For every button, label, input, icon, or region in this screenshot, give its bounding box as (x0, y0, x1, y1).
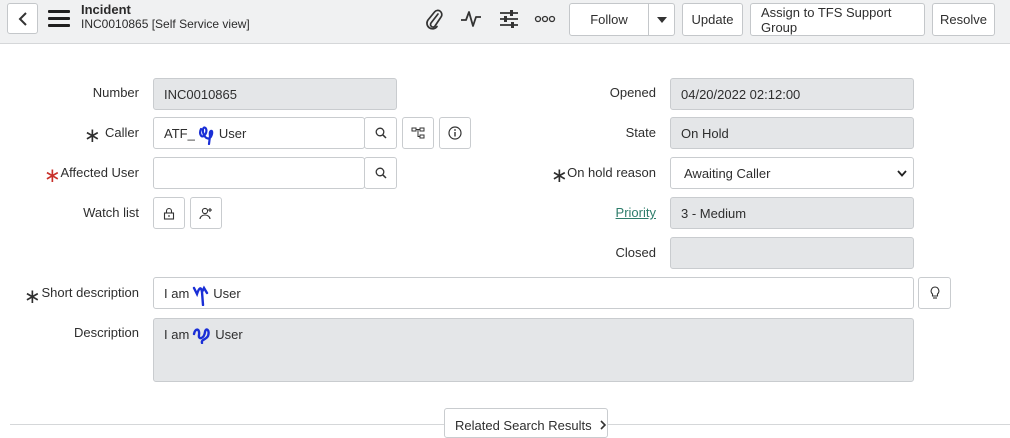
affected-user-label: Affected User (60, 165, 139, 180)
resolve-button[interactable]: Resolve (932, 3, 995, 36)
on-hold-reason-select[interactable]: Awaiting Caller (670, 157, 914, 189)
watch-list-add-me-button[interactable] (190, 197, 222, 229)
page-subtitle: INC0010865 [Self Service view] (81, 17, 250, 31)
lightbulb-icon (930, 286, 939, 299)
redaction-scribble (198, 126, 214, 145)
watch-list-unlock-button[interactable] (153, 197, 185, 229)
back-button[interactable] (7, 3, 38, 34)
update-button[interactable]: Update (682, 3, 743, 36)
affected-user-field[interactable] (153, 157, 365, 189)
lock-icon (163, 207, 175, 220)
caller-info-button[interactable] (439, 117, 471, 149)
short-description-mandatory-indicator: ∗ (24, 286, 41, 308)
search-icon (375, 127, 387, 139)
short-description-value-prefix: I am (164, 285, 190, 301)
state-label: State (625, 125, 656, 140)
description-label: Description (73, 325, 139, 340)
page-title: Incident (81, 2, 131, 17)
priority-label[interactable]: Priority (556, 205, 656, 221)
opened-field: 04/20/2022 02:12:00 (670, 78, 914, 110)
number-field: INC0010865 (153, 78, 397, 110)
description-value-prefix: I am (164, 327, 190, 342)
on-hold-reason-value: Awaiting Caller (684, 165, 771, 181)
back-icon (18, 11, 27, 26)
affected-user-lookup-button[interactable] (364, 157, 397, 189)
closed-field (670, 237, 914, 269)
watch-list-label: Watch list (83, 205, 139, 220)
menu-icon[interactable] (48, 10, 70, 28)
caller-label: Caller (105, 125, 139, 140)
form-header: Incident INC0010865 [Self Service view] … (0, 0, 1010, 44)
follow-menu-button[interactable] (648, 3, 675, 36)
chevron-down-icon (656, 16, 667, 23)
record-title: Incident INC0010865 [Self Service view] (81, 2, 250, 32)
suggestion-button[interactable] (918, 277, 951, 309)
settings-sliders-icon[interactable] (497, 8, 521, 30)
caller-lookup-button[interactable] (364, 117, 397, 149)
chevron-right-icon (600, 420, 607, 430)
affected-user-mandatory-indicator: ∗ (44, 165, 61, 187)
short-description-label: Short description (41, 285, 139, 300)
paperclip-icon[interactable] (422, 8, 446, 30)
caller-hierarchy-button[interactable] (402, 117, 434, 149)
redaction-scribble (193, 328, 211, 344)
add-user-icon (199, 207, 212, 219)
short-description-value-suffix: User (213, 285, 241, 301)
opened-label: Opened (609, 85, 656, 100)
activity-icon[interactable] (459, 8, 483, 30)
assign-support-group-button[interactable]: Assign to TFS Support Group (750, 3, 925, 36)
on-hold-reason-label: On hold reason (567, 165, 656, 180)
info-icon (448, 126, 462, 140)
hierarchy-icon (411, 127, 425, 139)
chevron-down-icon (897, 170, 907, 177)
caller-value-prefix: ATF_ (164, 125, 195, 141)
priority-field: 3 - Medium (670, 197, 914, 229)
redaction-scribble (193, 285, 209, 306)
related-search-results-button[interactable]: Related Search Results (444, 408, 608, 438)
caller-field[interactable]: ATF_ User (153, 117, 365, 149)
state-field: On Hold (670, 117, 914, 149)
description-value-suffix: User (215, 327, 243, 342)
more-icon[interactable] (533, 8, 557, 30)
caller-value-suffix: User (218, 125, 247, 141)
priority-link[interactable]: Priority (616, 205, 656, 220)
description-field: I am User (153, 318, 914, 382)
short-description-field[interactable]: I am User (153, 277, 914, 309)
number-label: Number (92, 85, 139, 100)
search-icon (375, 167, 387, 179)
follow-button[interactable]: Follow (569, 3, 649, 36)
closed-label: Closed (615, 245, 656, 260)
